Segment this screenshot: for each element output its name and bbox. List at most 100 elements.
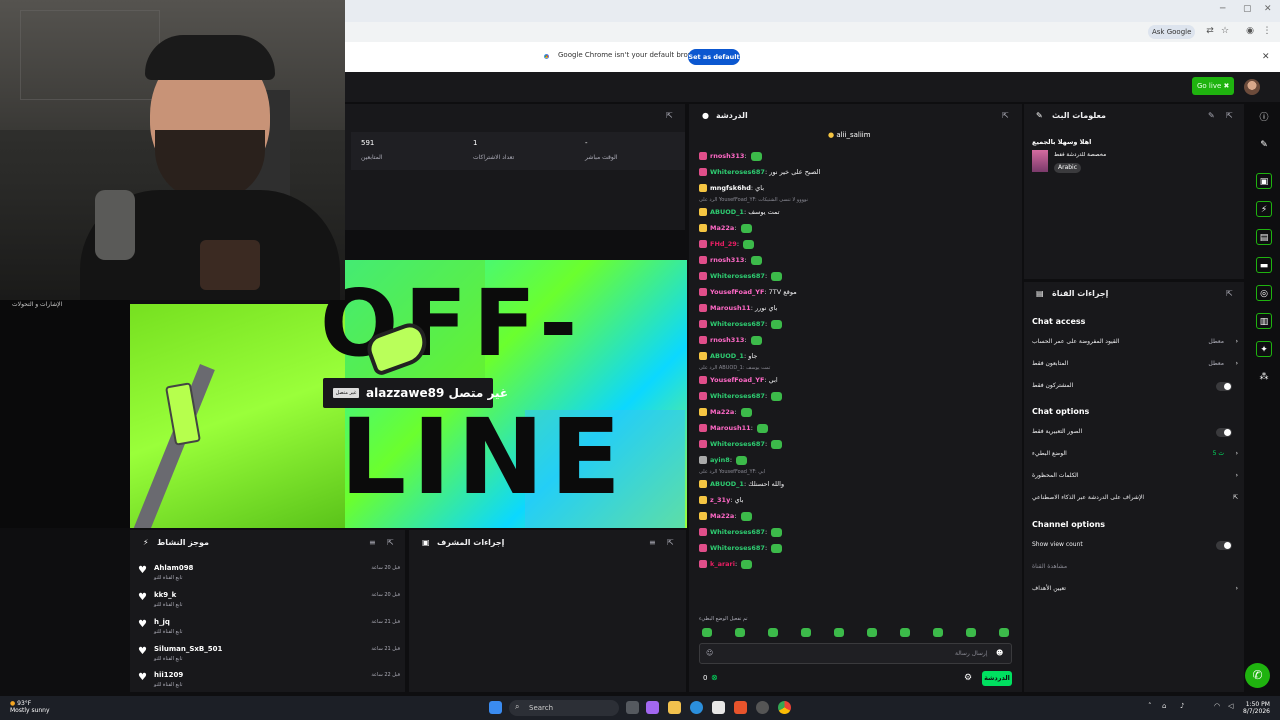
chat-username[interactable]: Ma22a: [710, 224, 734, 232]
info-icon[interactable]: ⓘ: [1256, 110, 1272, 126]
chat-username[interactable]: Maroush11: [710, 424, 751, 432]
popout-icon[interactable]: ⇱: [1002, 111, 1009, 120]
bolt-icon[interactable]: ⚡: [1256, 201, 1272, 217]
emote-icon[interactable]: [768, 628, 778, 637]
translate-icon[interactable]: ⇄: [1204, 26, 1216, 38]
emote-icon[interactable]: [867, 628, 877, 637]
file-explorer-icon[interactable]: [668, 701, 681, 714]
followers-only-row[interactable]: المتابعون فقط معطل ›: [1032, 360, 1238, 372]
chat-username[interactable]: ayin8: [710, 456, 730, 464]
emote-picker-icon[interactable]: ☺: [706, 649, 713, 657]
clip-icon[interactable]: ▣: [1256, 173, 1272, 189]
popout-icon[interactable]: ⇱: [667, 538, 674, 547]
address-bar[interactable]: [345, 22, 1280, 42]
menu-kebab-icon[interactable]: ⋮: [1261, 26, 1273, 38]
emote-icon[interactable]: [735, 628, 745, 637]
chat-username[interactable]: rnosh313: [710, 336, 744, 344]
chat-username[interactable]: mngfsk6hd: [710, 184, 751, 192]
ai-moderation-row[interactable]: الإشراف على الدردشة عبر الذكاء الاصطناعي…: [1032, 494, 1238, 506]
goals-row[interactable]: تعيين الأهداف ›: [1032, 585, 1238, 597]
chat-username[interactable]: Ma22a: [710, 408, 734, 416]
tray-chevron-icon[interactable]: ˄: [1148, 702, 1152, 710]
points-icon[interactable]: ⊗: [711, 673, 718, 682]
chat-send-button[interactable]: الدردشة: [982, 671, 1012, 686]
chat-username[interactable]: Ma22a: [710, 512, 734, 520]
subscribers-only-toggle[interactable]: [1216, 382, 1232, 391]
filter-icon[interactable]: ≡: [369, 538, 376, 547]
chat-username[interactable]: Maroush11: [710, 304, 751, 312]
emote-icon[interactable]: [801, 628, 811, 637]
chat-icon[interactable]: ▬: [1256, 257, 1272, 273]
tray-icon[interactable]: ⌂: [1162, 702, 1166, 710]
slow-mode-row[interactable]: الوضع البطيء 5 ث ›: [1032, 450, 1238, 462]
clock[interactable]: 1:50 PM 8/7/2026: [1243, 701, 1270, 715]
popout-icon[interactable]: ⇱: [666, 111, 673, 120]
emote-icon[interactable]: [702, 628, 712, 637]
clipboard-icon[interactable]: ▤: [1256, 229, 1272, 245]
go-live-button[interactable]: Go live ✖: [1192, 77, 1234, 95]
chrome-icon[interactable]: [778, 701, 791, 714]
blocked-words-row[interactable]: الكلمات المحظورة ›: [1032, 472, 1238, 484]
smile-icon[interactable]: ☻: [996, 649, 1003, 657]
chat-username[interactable]: rnosh313: [710, 152, 744, 160]
profile-icon[interactable]: ◉: [1244, 26, 1256, 38]
emote-icon[interactable]: [999, 628, 1009, 637]
store-icon[interactable]: [712, 701, 725, 714]
chat-username[interactable]: Whiteroses687: [710, 440, 765, 448]
maximize-icon[interactable]: ▢: [1243, 4, 1252, 14]
close-window-icon[interactable]: ✕: [1264, 4, 1272, 14]
chat-username[interactable]: k_arari: [710, 560, 735, 568]
minimize-icon[interactable]: ─: [1220, 4, 1225, 14]
broadcast-icon[interactable]: ◎: [1256, 285, 1272, 301]
set-default-button[interactable]: Set as default: [688, 49, 740, 65]
start-icon[interactable]: [489, 701, 502, 714]
wrench-icon[interactable]: ✦: [1256, 341, 1272, 357]
task-view-icon[interactable]: [626, 701, 639, 714]
emote-only-toggle[interactable]: [1216, 428, 1232, 437]
popout-icon[interactable]: ⇱: [1226, 111, 1233, 120]
chat-username[interactable]: Whiteroses687: [710, 528, 765, 536]
chat-username[interactable]: z_31y: [710, 496, 730, 504]
popout-icon[interactable]: ⇱: [387, 538, 394, 547]
chat-settings-icon[interactable]: ⚙: [964, 673, 972, 683]
microphone-icon[interactable]: ♪: [1180, 702, 1184, 710]
chat-username[interactable]: YousefFoad_YF: [710, 288, 764, 296]
copilot-icon[interactable]: [646, 701, 659, 714]
pencil-icon[interactable]: ✎: [1256, 137, 1272, 153]
popout-icon[interactable]: ⇱: [1226, 289, 1233, 298]
chat-username[interactable]: rnosh313: [710, 256, 744, 264]
help-chat-button[interactable]: ✆: [1245, 663, 1270, 688]
chat-username[interactable]: Whiteroses687: [710, 272, 765, 280]
ask-google-button[interactable]: Ask Google: [1148, 25, 1196, 39]
emote-icon[interactable]: [900, 628, 910, 637]
avatar[interactable]: [1244, 79, 1260, 95]
chat-username[interactable]: FHd_29: [710, 240, 737, 248]
emote-icon[interactable]: [966, 628, 976, 637]
edit-icon[interactable]: ✎: [1208, 111, 1215, 120]
obs-icon[interactable]: [756, 701, 769, 714]
brave-icon[interactable]: [734, 701, 747, 714]
chat-username[interactable]: ABUOD_1: [710, 208, 744, 216]
volume-icon[interactable]: ◁: [1228, 702, 1233, 710]
edge-icon[interactable]: [690, 701, 703, 714]
bookmark-star-icon[interactable]: ☆: [1219, 26, 1231, 38]
panel-icon[interactable]: ▥: [1256, 313, 1272, 329]
wifi-icon[interactable]: ◠: [1214, 702, 1220, 710]
view-count-toggle[interactable]: [1216, 541, 1232, 550]
chat-username[interactable]: Whiteroses687: [710, 168, 765, 176]
taskbar-search[interactable]: Search: [509, 700, 619, 716]
account-age-row[interactable]: القيود المفروضة على عمر الحساب معطل ›: [1032, 338, 1238, 350]
apps-icon[interactable]: ⁂: [1256, 369, 1272, 385]
chat-username[interactable]: ABUOD_1: [710, 352, 744, 360]
language-tag[interactable]: Arabic: [1054, 163, 1082, 173]
filter-icon[interactable]: ≡: [649, 538, 656, 547]
chat-username[interactable]: Whiteroses687: [710, 544, 765, 552]
chat-username[interactable]: Whiteroses687: [710, 320, 765, 328]
chat-username[interactable]: YousefFoad_YF: [710, 376, 764, 384]
chat-username[interactable]: Whiteroses687: [710, 392, 765, 400]
emote-icon[interactable]: [834, 628, 844, 637]
chat-username[interactable]: ABUOD_1: [710, 480, 744, 488]
infobar-close-icon[interactable]: ✕: [1262, 52, 1270, 62]
weather-widget[interactable]: ● 93°F Mostly sunny: [10, 700, 50, 714]
emote-icon[interactable]: [933, 628, 943, 637]
